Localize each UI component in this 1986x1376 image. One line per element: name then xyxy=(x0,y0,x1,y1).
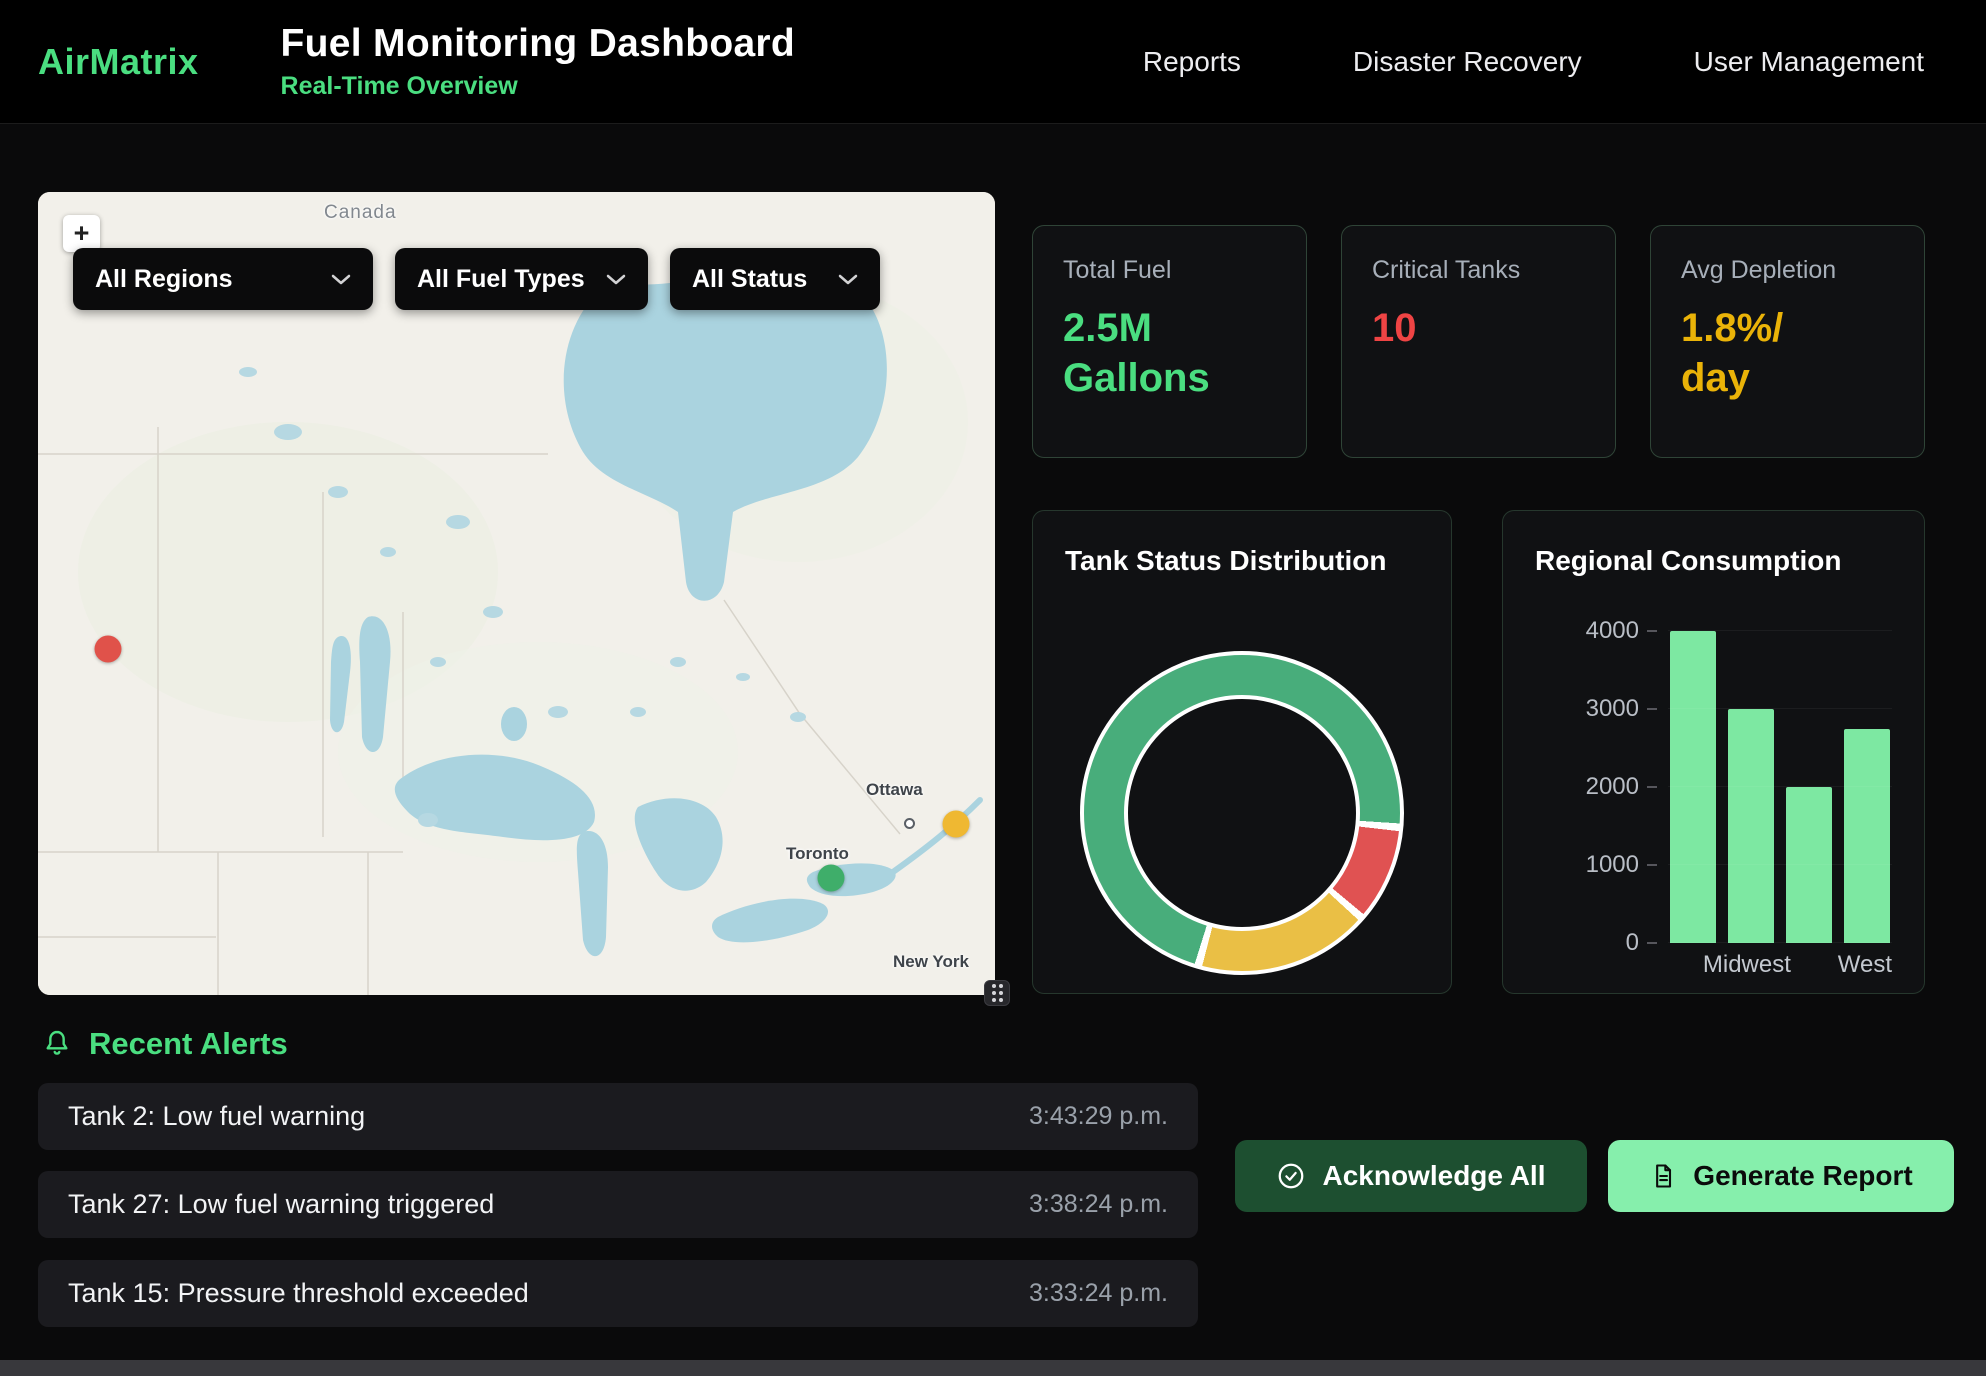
tank-status-donut xyxy=(1080,651,1404,975)
nav-user-management[interactable]: User Management xyxy=(1694,46,1924,78)
donut-chart-title: Tank Status Distribution xyxy=(1065,545,1387,577)
region-filter-label: All Regions xyxy=(95,265,233,294)
consumption-bar xyxy=(1728,709,1774,943)
x-axis-label xyxy=(1668,951,1691,979)
check-circle-icon xyxy=(1276,1161,1306,1191)
stat-card-total-fuel: Total Fuel 2.5M Gallons xyxy=(1032,225,1307,458)
horizontal-scrollbar[interactable] xyxy=(0,1360,1986,1376)
nav-disaster-recovery[interactable]: Disaster Recovery xyxy=(1353,46,1582,78)
recent-alerts-heading: Recent Alerts xyxy=(41,1026,288,1062)
top-nav: Reports Disaster Recovery User Managemen… xyxy=(1143,46,1924,78)
y-axis-label: 3000 xyxy=(1511,697,1657,721)
fuel-type-filter-dropdown[interactable]: All Fuel Types xyxy=(395,248,648,310)
donut-hole xyxy=(1124,695,1360,931)
title-block: Fuel Monitoring Dashboard Real-Time Over… xyxy=(281,22,795,101)
map-canvas xyxy=(38,192,995,995)
stat-card-critical-tanks: Critical Tanks 10 xyxy=(1341,225,1616,458)
chevron-down-icon xyxy=(606,274,626,285)
tank-marker-warning[interactable] xyxy=(942,810,969,837)
y-axis-label: 2000 xyxy=(1511,775,1657,799)
consumption-bar xyxy=(1786,787,1832,943)
gridline xyxy=(1668,942,1892,943)
fuel-map[interactable]: Canada Ottawa Toronto New York + All Reg… xyxy=(38,192,995,995)
generate-report-label: Generate Report xyxy=(1693,1160,1912,1192)
y-axis-label: 0 xyxy=(1511,931,1657,955)
y-axis-label: 1000 xyxy=(1511,853,1657,877)
bar-chart-title: Regional Consumption xyxy=(1535,545,1841,577)
fuel-type-filter-label: All Fuel Types xyxy=(417,265,585,294)
stat-card-avg-depletion: Avg Depletion 1.8%/ day xyxy=(1650,225,1925,458)
chevron-down-icon xyxy=(331,274,351,285)
brand-logo: AirMatrix xyxy=(38,41,199,83)
nav-reports[interactable]: Reports xyxy=(1143,46,1241,78)
tank-marker-critical[interactable] xyxy=(94,635,121,662)
stat-label: Avg Depletion xyxy=(1681,256,1894,285)
alert-row[interactable]: Tank 15: Pressure threshold exceeded 3:3… xyxy=(38,1260,1198,1327)
recent-alerts-title: Recent Alerts xyxy=(89,1026,288,1062)
map-filters: All Regions All Fuel Types All Status xyxy=(73,248,880,310)
alert-row[interactable]: Tank 2: Low fuel warning 3:43:29 p.m. xyxy=(38,1083,1198,1150)
stat-value: 10 xyxy=(1372,303,1585,353)
document-icon xyxy=(1649,1162,1677,1190)
bar-chart-plot xyxy=(1668,631,1892,943)
page-subtitle: Real-Time Overview xyxy=(281,72,795,101)
x-axis-label: West xyxy=(1838,951,1892,979)
alert-timestamp: 3:43:29 p.m. xyxy=(1029,1102,1168,1131)
acknowledge-all-button[interactable]: Acknowledge All xyxy=(1235,1140,1587,1212)
alert-timestamp: 3:38:24 p.m. xyxy=(1029,1190,1168,1219)
bar-chart-y-axis: 01000200030004000 xyxy=(1511,631,1657,943)
gridline xyxy=(1668,708,1892,709)
x-axis-label xyxy=(1803,951,1826,979)
y-axis-label: 4000 xyxy=(1511,619,1657,643)
header: AirMatrix Fuel Monitoring Dashboard Real… xyxy=(0,0,1986,124)
regional-consumption-card: Regional Consumption 0 1000 2000 3000 4000 M… xyxy=(1502,510,1925,994)
bars xyxy=(1668,631,1892,943)
consumption-bar xyxy=(1670,631,1716,943)
alert-timestamp: 3:33:24 p.m. xyxy=(1029,1279,1168,1308)
dashboard: AirMatrix Fuel Monitoring Dashboard Real… xyxy=(0,0,1986,1376)
chevron-down-icon xyxy=(838,274,858,285)
map-resize-grip-icon[interactable] xyxy=(984,980,1010,1006)
region-filter-dropdown[interactable]: All Regions xyxy=(73,248,373,310)
tank-status-card: Tank Status Distribution xyxy=(1032,510,1452,994)
x-axis-label: Midwest xyxy=(1703,951,1791,979)
generate-report-button[interactable]: Generate Report xyxy=(1608,1140,1954,1212)
gridline xyxy=(1668,864,1892,865)
status-filter-dropdown[interactable]: All Status xyxy=(670,248,880,310)
status-filter-label: All Status xyxy=(692,265,807,294)
alert-message: Tank 27: Low fuel warning triggered xyxy=(68,1189,494,1220)
alert-message: Tank 15: Pressure threshold exceeded xyxy=(68,1278,529,1309)
plus-icon: + xyxy=(74,218,90,249)
zoom-in-button[interactable]: + xyxy=(63,215,100,252)
consumption-bar xyxy=(1844,729,1890,944)
alert-message: Tank 2: Low fuel warning xyxy=(68,1101,365,1132)
stat-label: Total Fuel xyxy=(1063,256,1276,285)
stat-value: 2.5M Gallons xyxy=(1063,303,1276,403)
x-labels: Midwest West xyxy=(1668,951,1892,979)
ottawa-town-dot-icon xyxy=(904,818,915,829)
tank-marker-normal[interactable] xyxy=(818,864,845,891)
alert-row[interactable]: Tank 27: Low fuel warning triggered 3:38… xyxy=(38,1171,1198,1238)
gridline xyxy=(1668,630,1892,631)
stat-value: 1.8%/ day xyxy=(1681,303,1894,403)
gridline xyxy=(1668,786,1892,787)
acknowledge-all-label: Acknowledge All xyxy=(1322,1160,1545,1192)
bell-icon xyxy=(41,1028,73,1060)
stat-label: Critical Tanks xyxy=(1372,256,1585,285)
page-title: Fuel Monitoring Dashboard xyxy=(281,22,795,66)
